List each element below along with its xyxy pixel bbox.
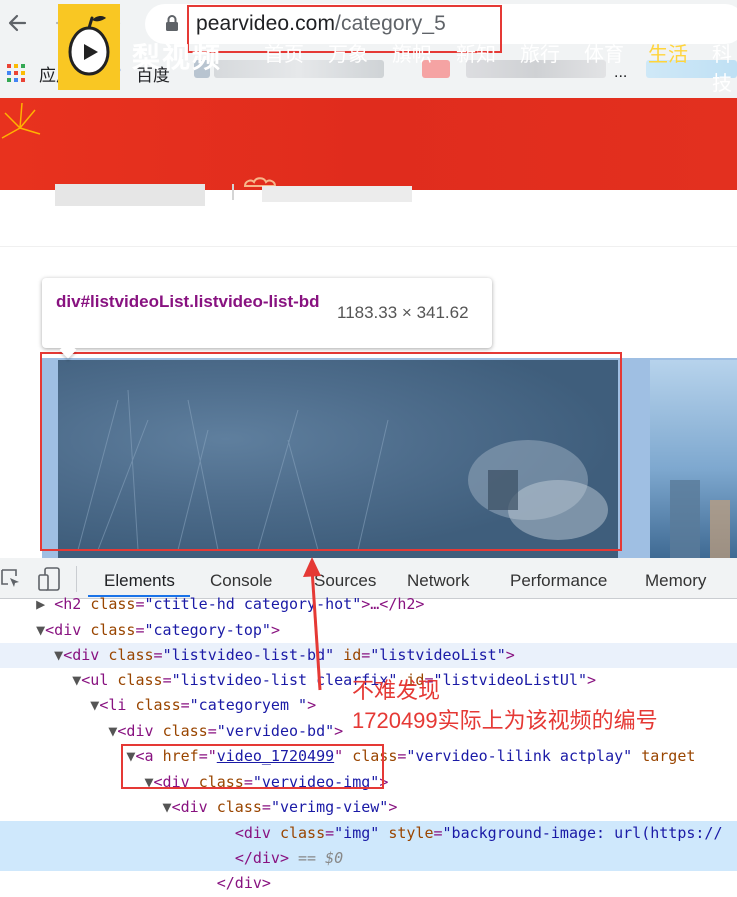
nav-item[interactable]: 旅行 [520,38,560,67]
dom-node-selected[interactable]: <div class="img" style="background-image… [0,821,737,846]
nav-item[interactable]: 新知 [456,38,496,67]
next-video-thumbnail[interactable] [650,360,737,558]
inspect-element-icon[interactable] [0,568,22,590]
nav-item[interactable]: 万象 [328,38,368,67]
tooltip-selector: div#listvideoList.listvideo-list-bd [56,289,326,315]
category-heading-ghost [55,184,205,206]
element-highlight-box [40,352,622,551]
nav-item-active[interactable]: 生活 [648,38,688,67]
devtools-separator [76,566,77,592]
annotation-line-1: 不难发现 [352,678,441,703]
lock-icon [166,15,178,31]
device-toolbar-icon[interactable] [37,566,61,592]
back-arrow-icon [8,14,27,32]
nav-item[interactable]: 旗帜 [392,38,432,67]
dom-node[interactable]: ▼<div class="verimg-view"> [0,795,737,820]
back-button[interactable] [4,10,30,36]
tooltip-size: 1183.33 × 341.62 [337,303,469,322]
nav-item[interactable]: 体育 [584,38,624,67]
annotation-line-2: 1720499实际上为该视频的编号 [352,708,658,733]
pear-logo-icon [68,16,110,76]
selector-id: #listvideoList [80,292,190,311]
tab-elements[interactable]: Elements [104,571,175,591]
href-highlight-box [121,744,384,789]
site-header [0,98,737,190]
selector-class: .listvideo-list-bd [189,292,320,311]
selected-row-marker [0,828,6,832]
annotation-note: 不难发现 1720499实际上为该视频的编号 [352,676,658,736]
nav-item[interactable]: 科技 [712,38,737,96]
page-divider-line [0,246,737,247]
firework-decoration-icon [1,102,41,139]
selector-tag: div [56,292,81,311]
next-video-image [670,480,730,558]
dom-node[interactable]: </div> [0,871,737,896]
tab-performance[interactable]: Performance [510,571,607,591]
site-logo-text[interactable]: 梨视频 [132,36,222,76]
annotation-arrow-icon [303,557,322,691]
apps-grid-icon [7,64,25,82]
tab-network[interactable]: Network [407,571,469,591]
heading-divider [232,184,234,200]
dom-node-selected-close[interactable]: </div> == $0 [0,846,737,871]
category-subheading-ghost [262,186,412,202]
tab-memory[interactable]: Memory [645,571,706,591]
nav-item[interactable]: 首页 [264,38,304,67]
logo-badge[interactable] [58,4,120,90]
tab-console[interactable]: Console [210,571,272,591]
